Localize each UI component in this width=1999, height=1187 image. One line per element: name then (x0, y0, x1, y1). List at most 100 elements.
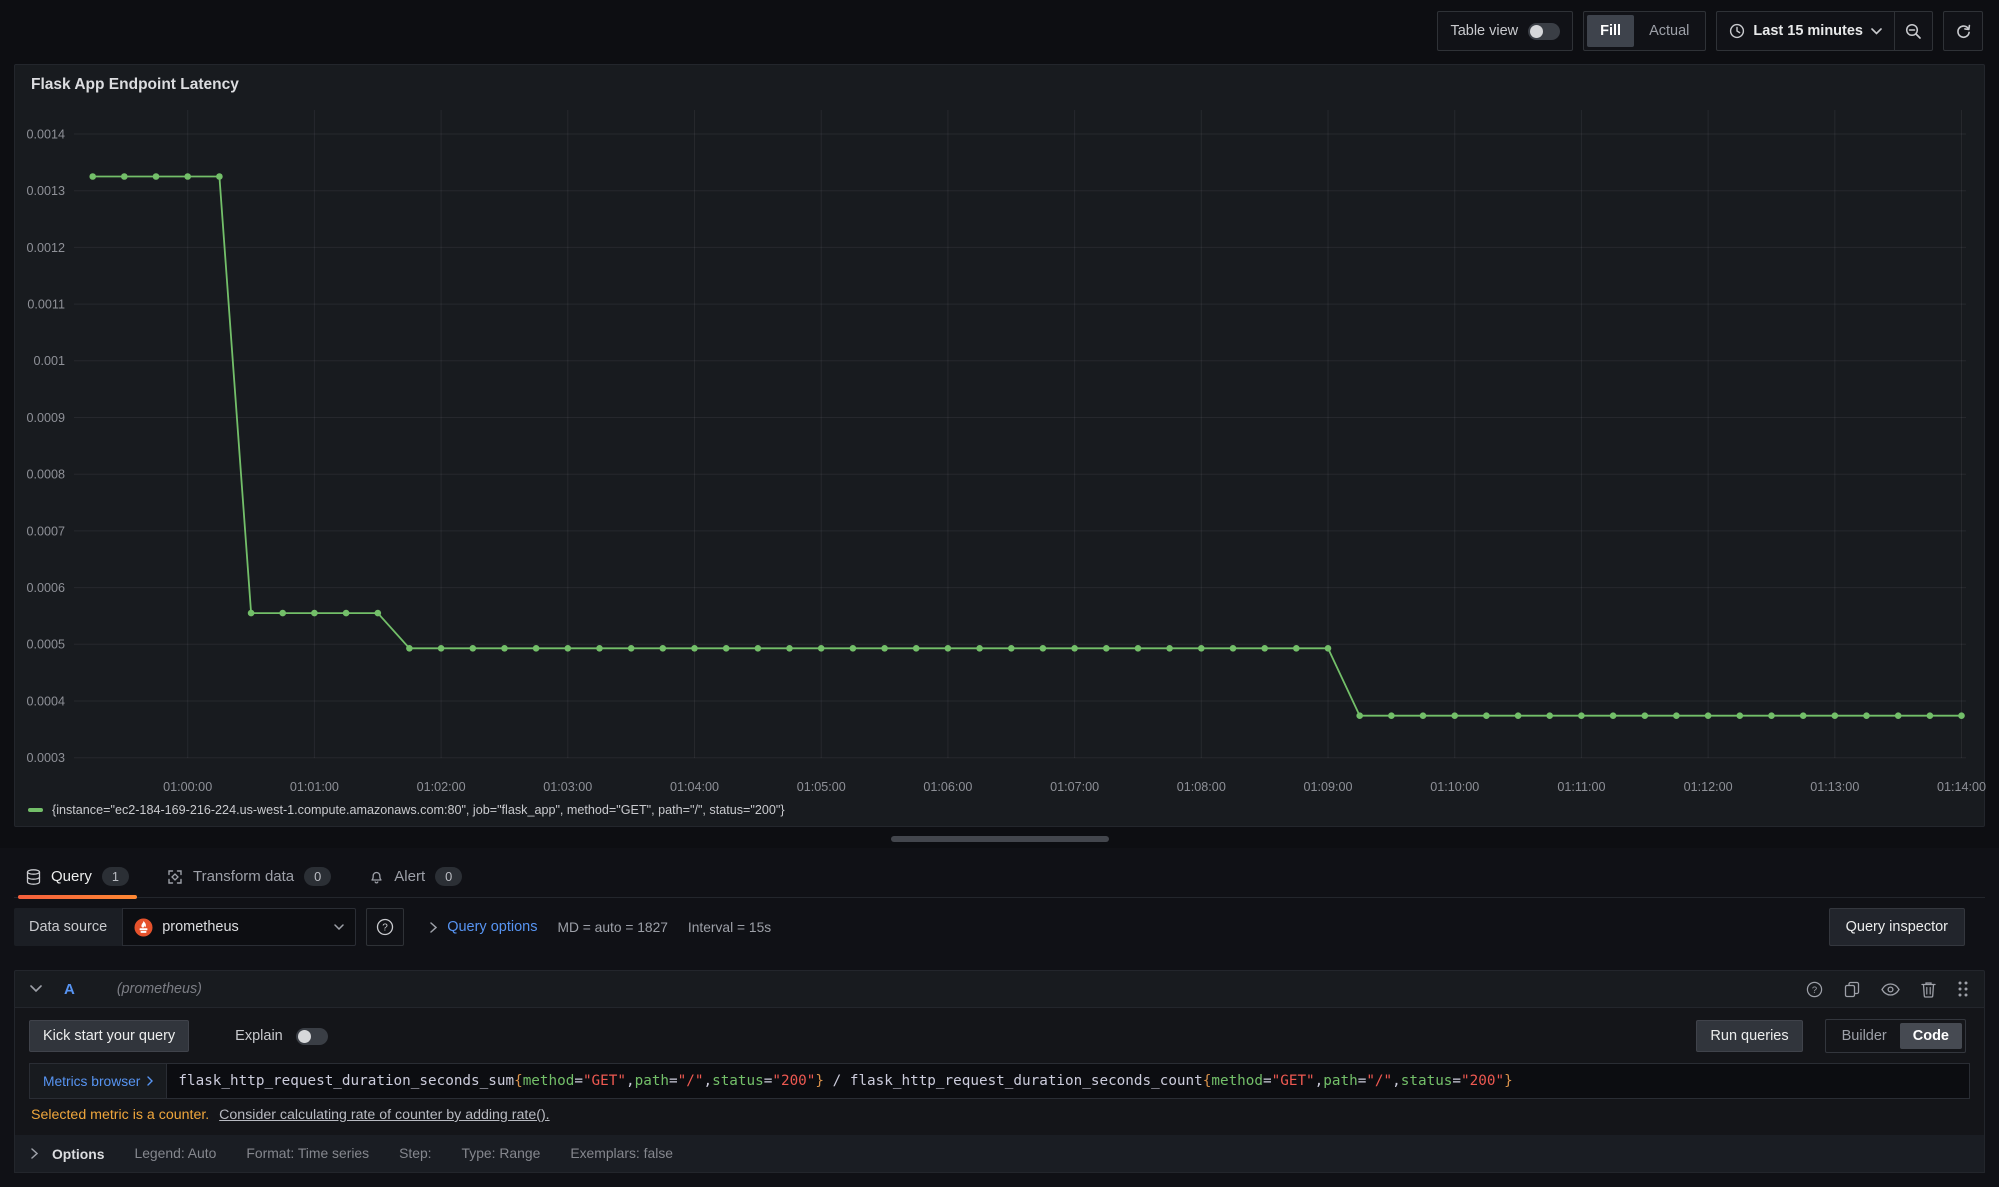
query-inspector-button[interactable]: Query inspector (1829, 908, 1965, 946)
series-point (1642, 712, 1649, 719)
promql-token: path (1323, 1073, 1357, 1089)
series-point (1040, 645, 1047, 652)
series-point (121, 173, 128, 180)
series-point (1166, 645, 1173, 652)
chart-legend[interactable]: {instance="ec2-184-169-216-224.us-west-1… (28, 803, 785, 817)
datasource-picker[interactable]: prometheus (122, 908, 356, 946)
x-axis-tick-label: 01:11:00 (1557, 780, 1605, 794)
series-point (1293, 645, 1300, 652)
x-axis-tick-label: 01:06:00 (923, 780, 972, 794)
series-point (723, 645, 730, 652)
series-point (1103, 645, 1110, 652)
datasource-help-button[interactable]: ? (366, 908, 404, 946)
series-point (565, 645, 572, 652)
refresh-icon (1955, 23, 1972, 40)
promql-token: "/" (678, 1073, 704, 1089)
tab-alert[interactable]: Alert 0 (357, 856, 474, 897)
series-point (1958, 712, 1965, 719)
tab-transform-label: Transform data (193, 868, 294, 885)
help-icon[interactable]: ? (1806, 981, 1823, 998)
series-point (1737, 712, 1744, 719)
y-axis-tick-label: 0.0007 (26, 524, 65, 538)
promql-query-input[interactable]: flask_http_request_duration_seconds_sum{… (166, 1064, 1969, 1098)
collapse-chevron-icon[interactable] (30, 985, 42, 993)
series-point (311, 610, 318, 617)
y-axis-tick-label: 0.0003 (26, 751, 65, 765)
query-options-summary-row[interactable]: Options Legend: AutoFormat: Time seriesS… (15, 1135, 1984, 1172)
series-point (501, 645, 508, 652)
series-point (1451, 712, 1458, 719)
editor-tabs: Query 1 Transform data 0 Alert 0 (14, 856, 1985, 898)
query-editor-body: Kick start your query Explain Run querie… (14, 1008, 1985, 1173)
drag-handle-icon[interactable] (1957, 980, 1969, 998)
series-point (1610, 712, 1617, 719)
series-point (279, 610, 286, 617)
promql-token: "200" (772, 1073, 815, 1089)
promql-token: flask_http_request_duration_seconds_coun… (850, 1073, 1203, 1089)
series-point (1071, 645, 1078, 652)
time-range-button[interactable]: Last 15 minutes (1717, 12, 1894, 50)
latency-chart[interactable]: 0.00140.00130.00120.00110.0010.00090.000… (15, 65, 1986, 828)
eye-icon[interactable] (1881, 983, 1900, 996)
pane-resize-handle[interactable] (891, 836, 1109, 842)
datasource-row: Data source prometheus ? Query opt (14, 908, 1985, 946)
x-axis-tick-label: 01:00:00 (163, 780, 212, 794)
legend-series-label: {instance="ec2-184-169-216-224.us-west-1… (52, 803, 785, 817)
add-rate-link[interactable]: Consider calculating rate of counter by … (219, 1107, 549, 1123)
query-row-actions: ? (1806, 980, 1969, 998)
series-point (1356, 712, 1363, 719)
series-point (976, 645, 983, 652)
table-view-toggle[interactable] (1528, 23, 1560, 40)
tab-query[interactable]: Query 1 (14, 856, 141, 897)
series-point (470, 645, 477, 652)
svg-text:?: ? (1812, 984, 1817, 995)
counter-warning-text: Selected metric is a counter. (31, 1107, 209, 1123)
help-icon: ? (376, 918, 394, 936)
explain-toggle[interactable] (296, 1028, 328, 1045)
series-point (1895, 712, 1902, 719)
editor-pane: Query 1 Transform data 0 Alert 0 Dat (0, 848, 1999, 1187)
run-queries-button[interactable]: Run queries (1696, 1020, 1802, 1052)
timeseries-panel[interactable]: Flask App Endpoint Latency 0.00140.00130… (14, 64, 1985, 827)
trash-icon[interactable] (1921, 981, 1936, 998)
tab-alert-label: Alert (394, 868, 425, 885)
metrics-browser-button[interactable]: Metrics browser (30, 1064, 166, 1098)
promql-token: status (1401, 1073, 1453, 1089)
chevron-down-icon (334, 924, 344, 930)
kick-start-query-button[interactable]: Kick start your query (29, 1020, 189, 1052)
promql-token: { (1203, 1073, 1212, 1089)
builder-button[interactable]: Builder (1829, 1023, 1900, 1049)
option-summary-item: Legend: Auto (134, 1145, 216, 1161)
x-axis-tick-label: 01:12:00 (1684, 780, 1733, 794)
series-point (248, 610, 255, 617)
code-button[interactable]: Code (1900, 1023, 1962, 1049)
series-point (153, 173, 160, 180)
query-expression-row: Metrics browser flask_http_request_durat… (29, 1063, 1970, 1099)
tab-transform-data[interactable]: Transform data 0 (155, 856, 343, 897)
series-point (818, 645, 825, 652)
series-point (89, 173, 96, 180)
table-view-label: Table view (1450, 23, 1518, 39)
series-point (1673, 712, 1680, 719)
series-point (375, 610, 382, 617)
series-point (913, 645, 920, 652)
query-options-toggle[interactable]: Query options (430, 919, 537, 935)
promql-token: = (1263, 1073, 1272, 1089)
series-point (406, 645, 413, 652)
explain-label: Explain (235, 1028, 283, 1044)
datasource-selected-value: prometheus (162, 919, 325, 935)
fill-button[interactable]: Fill (1587, 15, 1634, 47)
promql-token: method (523, 1073, 575, 1089)
series-point (1230, 645, 1237, 652)
x-axis-tick-label: 01:14:00 (1937, 780, 1986, 794)
refresh-button[interactable] (1943, 11, 1983, 51)
series-point (786, 645, 793, 652)
query-options-label: Query options (447, 919, 537, 935)
x-axis-tick-label: 01:04:00 (670, 780, 719, 794)
duplicate-icon[interactable] (1844, 981, 1860, 998)
x-axis-tick-label: 01:09:00 (1304, 780, 1353, 794)
query-row-header[interactable]: A (prometheus) ? (14, 970, 1985, 1008)
x-axis-tick-label: 01:05:00 (797, 780, 846, 794)
zoom-out-time-button[interactable] (1894, 12, 1932, 50)
actual-button[interactable]: Actual (1636, 15, 1702, 47)
